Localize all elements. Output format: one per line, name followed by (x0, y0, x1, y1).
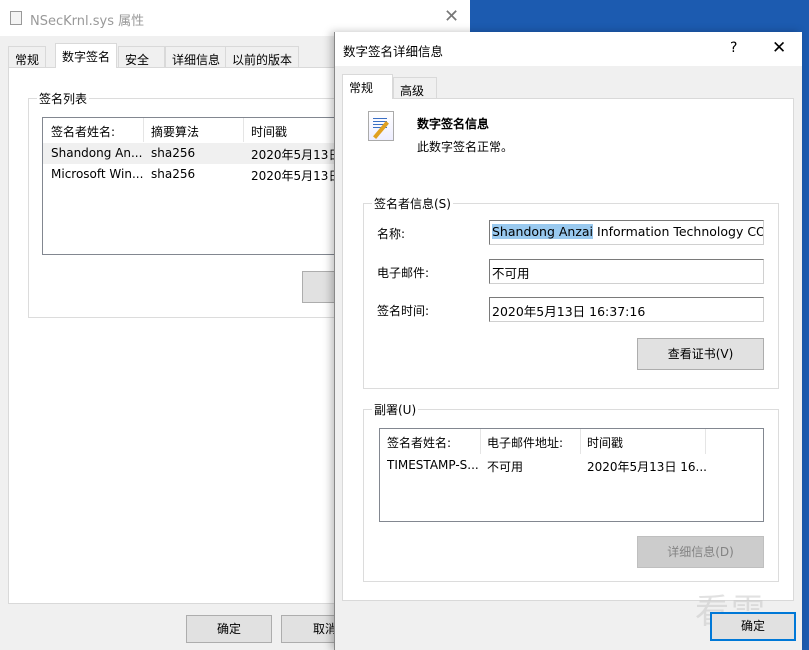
tab-general[interactable]: 常规 (342, 74, 393, 99)
signing-time-label: 签名时间: (377, 304, 430, 318)
signer-info-group: 签名者信息(S) 名称: Shandong Anzai Information … (363, 195, 779, 389)
ok-button[interactable]: 确定 (710, 612, 796, 641)
selected-text: Shandong Anzai (492, 224, 594, 239)
help-icon[interactable]: ? (730, 40, 737, 56)
name-text: Information Technology CO.,L (593, 224, 764, 239)
group-label: 副署(U) (372, 401, 419, 418)
countersignature-list[interactable]: 签名者姓名: 电子邮件地址: 时间戳 TIMESTAMP-S... 不可用 20… (379, 428, 764, 522)
signature-document-icon (368, 111, 394, 141)
tab-digital-signature[interactable]: 数字签名 (55, 43, 118, 68)
name-field[interactable]: Shandong Anzai Information Technology CO… (489, 220, 764, 245)
status-text: 此数字签名正常。 (417, 140, 514, 154)
timestamp: 2020年5月13日 (251, 169, 341, 183)
title-bar: NSecKrnl.sys 属性 ✕ (0, 0, 470, 36)
column-header[interactable]: 时间戳 (587, 434, 623, 451)
group-label: 签名者信息(S) (372, 195, 453, 212)
signature-details-dialog: 数字签名详细信息 ? ✕ 常规 高级 数字签名信息 此数字签名正常。 签名者信息… (334, 32, 802, 650)
details-button[interactable]: 详细信息(D) (637, 536, 764, 568)
table-row[interactable]: TIMESTAMP-S... 不可用 2020年5月13日 16... (380, 456, 763, 476)
tab-previous-versions[interactable]: 以前的版本 (225, 46, 300, 67)
file-icon (10, 11, 22, 25)
general-panel: 数字签名信息 此数字签名正常。 签名者信息(S) 名称: Shandong An… (342, 98, 794, 601)
column-header[interactable]: 签名者姓名: (51, 123, 115, 140)
tab-general[interactable]: 常规 (8, 46, 47, 67)
timestamp: 2020年5月13日 16... (587, 460, 707, 474)
tab-advanced[interactable]: 高级 (393, 77, 437, 98)
close-icon[interactable]: ✕ (444, 6, 459, 27)
column-header[interactable]: 签名者姓名: (387, 434, 451, 451)
name-label: 名称: (377, 227, 406, 241)
email-field[interactable]: 不可用 (489, 259, 764, 284)
window-title: NSecKrnl.sys 属性 (30, 14, 145, 29)
column-header[interactable]: 时间戳 (251, 123, 287, 140)
email-label: 电子邮件: (377, 266, 430, 280)
tab-security[interactable]: 安全 (118, 46, 165, 67)
column-header[interactable]: 电子邮件地址: (487, 434, 563, 451)
view-certificate-button[interactable]: 查看证书(V) (637, 338, 764, 370)
signer-name: Microsoft Win... (51, 167, 144, 181)
digest-algorithm: sha256 (151, 167, 196, 181)
dialog-title-bar: 数字签名详细信息 ? ✕ (335, 32, 802, 66)
signer-name: TIMESTAMP-S... (387, 458, 479, 472)
tab-details[interactable]: 详细信息 (165, 46, 228, 67)
timestamp: 2020年5月13日 (251, 148, 341, 162)
ok-button[interactable]: 确定 (186, 615, 272, 643)
signing-time-field[interactable]: 2020年5月13日 16:37:16 (489, 297, 764, 322)
email-address: 不可用 (487, 460, 524, 474)
dialog-title: 数字签名详细信息 (343, 44, 444, 59)
countersignature-group: 副署(U) 签名者姓名: 电子邮件地址: 时间戳 TIMESTAMP-S... … (363, 401, 779, 582)
heading: 数字签名信息 (417, 117, 490, 131)
group-label: 签名列表 (37, 90, 90, 107)
close-icon[interactable]: ✕ (772, 38, 786, 58)
column-header[interactable]: 摘要算法 (151, 123, 199, 140)
signer-name: Shandong An... (51, 146, 143, 160)
digest-algorithm: sha256 (151, 146, 196, 160)
